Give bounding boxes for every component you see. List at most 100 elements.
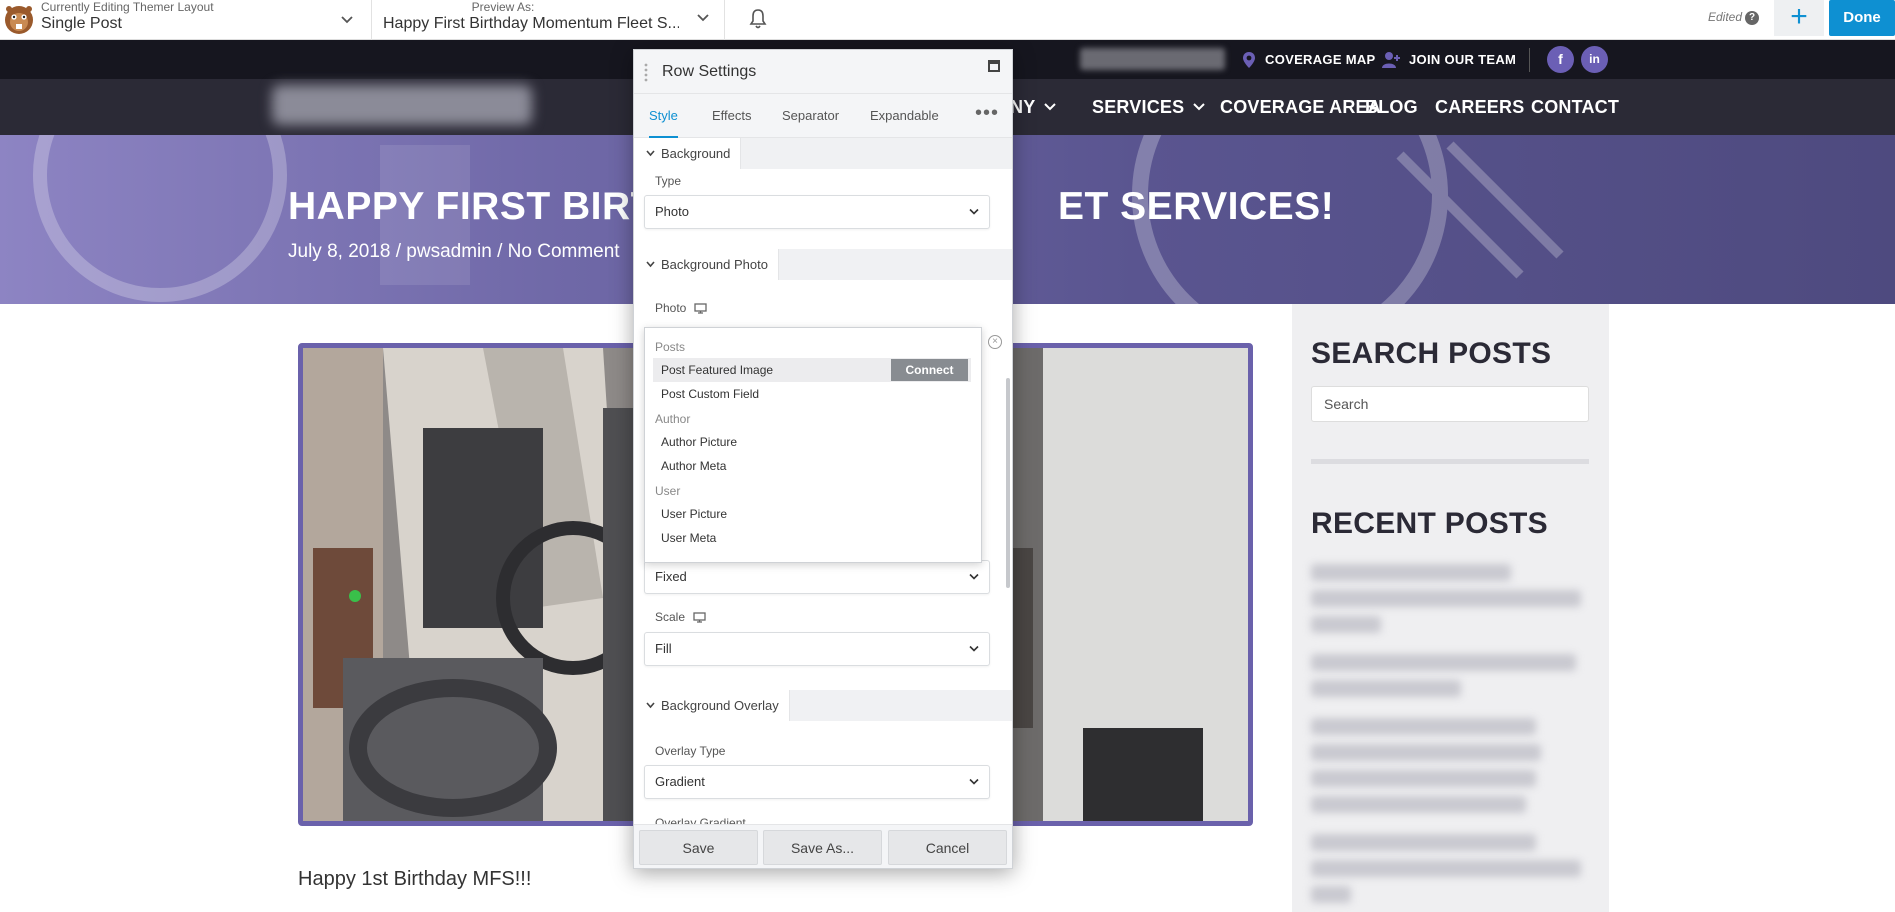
save-as-button[interactable]: Save As... (763, 830, 882, 865)
sidebar: SEARCH POSTS Search RECENT POSTS (1292, 304, 1609, 912)
background-type-select[interactable]: Photo (644, 195, 990, 229)
select-value: Photo (655, 204, 689, 219)
help-icon[interactable]: ? (1745, 11, 1759, 25)
add-content-button[interactable]: + (1774, 0, 1824, 36)
save-button[interactable]: Save (639, 830, 758, 865)
menu-item-post-custom-field[interactable]: Post Custom Field (653, 382, 971, 406)
post-body-text: Happy 1st Birthday MFS!!! (298, 868, 532, 890)
section-title: Background Photo (661, 257, 768, 272)
facebook-icon[interactable]: f (1547, 46, 1574, 73)
field-label-text: Photo (655, 301, 687, 315)
beaver-builder-logo-icon (2, 2, 36, 36)
recent-posts-heading: RECENT POSTS (1311, 507, 1548, 540)
section-title: Background (661, 146, 731, 161)
nav-item-coverage-area[interactable]: COVERAGE AREA (1220, 79, 1381, 135)
editing-caption: Currently Editing Themer Layout (41, 0, 214, 14)
recent-post-link[interactable] (1311, 834, 1536, 851)
menu-item-author-meta[interactable]: Author Meta (653, 454, 971, 478)
recent-post-link[interactable] (1311, 564, 1511, 581)
select-value: Fixed (655, 569, 687, 584)
preview-caption: Preview As: (471, 0, 535, 14)
utility-divider (1529, 48, 1530, 72)
photo-label: Photo (655, 301, 708, 315)
search-input[interactable]: Search (1311, 386, 1589, 422)
menu-item-user-meta[interactable]: User Meta (653, 526, 971, 550)
done-button[interactable]: Done (1829, 0, 1895, 36)
linkedin-icon[interactable]: in (1581, 46, 1608, 73)
cancel-button[interactable]: Cancel (888, 830, 1007, 865)
chevron-down-icon (969, 208, 979, 215)
drag-handle-icon[interactable] (644, 62, 648, 82)
field-label-text: Overlay Type (655, 744, 726, 758)
join-team-label: JOIN OUR TEAM (1409, 52, 1517, 67)
panel-header[interactable]: Row Settings (634, 50, 1012, 94)
chevron-down-icon (646, 702, 655, 709)
chevron-down-icon (646, 261, 655, 268)
nav-item-contact[interactable]: CONTACT (1531, 79, 1619, 135)
recent-post-link[interactable] (1311, 718, 1536, 735)
section-background-label: Background (634, 138, 742, 169)
group-user: User (655, 484, 681, 498)
editing-layout-selector[interactable]: Currently Editing Themer Layout Single P… (41, 0, 371, 40)
tab-style[interactable]: Style (649, 94, 678, 138)
map-pin-icon (1243, 51, 1255, 68)
group-author: Author (655, 412, 691, 426)
recent-post-link[interactable] (1311, 744, 1541, 761)
tab-effects[interactable]: Effects (712, 94, 752, 138)
recent-post-link[interactable] (1311, 680, 1461, 697)
type-label: Type (655, 174, 681, 188)
nav-item-careers[interactable]: CAREERS (1435, 79, 1524, 135)
add-user-icon (1382, 51, 1400, 68)
desktop-icon[interactable] (693, 611, 706, 623)
panel-title: Row Settings (662, 63, 757, 80)
background-attachment-select[interactable]: Fixed (644, 560, 990, 594)
section-background-overlay-label: Background Overlay (634, 690, 790, 721)
recent-post-link[interactable] (1311, 616, 1381, 633)
topbar-divider (724, 0, 725, 40)
menu-item-author-picture[interactable]: Author Picture (653, 430, 971, 454)
connect-button[interactable]: Connect (891, 359, 968, 381)
tab-expandable[interactable]: Expandable (870, 94, 939, 138)
tab-separator[interactable]: Separator (782, 94, 839, 138)
chevron-down-icon (969, 778, 979, 785)
maximize-icon[interactable] (988, 60, 1000, 72)
recent-post-link[interactable] (1311, 770, 1536, 787)
section-background[interactable]: Background (634, 138, 1012, 169)
select-value: Gradient (655, 774, 705, 789)
close-icon[interactable]: × (988, 335, 1002, 349)
group-posts: Posts (655, 340, 686, 354)
recent-post-link[interactable] (1311, 654, 1576, 671)
coverage-map-label: COVERAGE MAP (1265, 52, 1376, 67)
recent-post-link[interactable] (1311, 860, 1581, 877)
section-background-photo[interactable]: Background Photo (634, 249, 1012, 280)
nav-item-label: SERVICES (1092, 97, 1185, 117)
preview-as-selector[interactable]: Preview As: Happy First Birthday Momentu… (383, 0, 683, 40)
panel-tabs: Style Effects Separator Expandable ••• (634, 94, 1012, 138)
nav-item-company[interactable]: NY (1010, 79, 1057, 135)
panel-scrollbar[interactable] (1006, 378, 1010, 588)
desktop-icon[interactable] (694, 302, 708, 314)
recent-post-link[interactable] (1311, 886, 1351, 903)
panel-footer: Save Save As... Cancel (634, 824, 1012, 868)
recent-post-link[interactable] (1311, 590, 1581, 607)
section-background-overlay[interactable]: Background Overlay (634, 690, 1012, 721)
select-value: Fill (655, 641, 672, 656)
coverage-map-link[interactable]: COVERAGE MAP (1241, 40, 1376, 79)
post-title-right: ET SERVICES! (1058, 185, 1335, 228)
editing-value: Single Post (41, 15, 122, 32)
post-meta: July 8, 2018 / pwsadmin / No Comment (288, 241, 620, 262)
chevron-down-icon (1193, 103, 1206, 111)
overlay-type-select[interactable]: Gradient (644, 765, 990, 799)
edited-status: Edited (1708, 10, 1743, 24)
menu-item-user-picture[interactable]: User Picture (653, 502, 971, 526)
nav-item-services[interactable]: SERVICES (1092, 79, 1206, 135)
chevron-down-icon (646, 150, 655, 157)
background-scale-select[interactable]: Fill (644, 632, 990, 666)
site-logo[interactable] (272, 85, 532, 125)
recent-post-link[interactable] (1311, 796, 1526, 813)
join-team-link[interactable]: JOIN OUR TEAM (1381, 40, 1516, 79)
chevron-down-icon[interactable] (694, 8, 712, 26)
more-tabs-icon[interactable]: ••• (975, 94, 999, 138)
nav-item-blog[interactable]: BLOG (1365, 79, 1418, 135)
bell-icon[interactable] (748, 8, 768, 30)
